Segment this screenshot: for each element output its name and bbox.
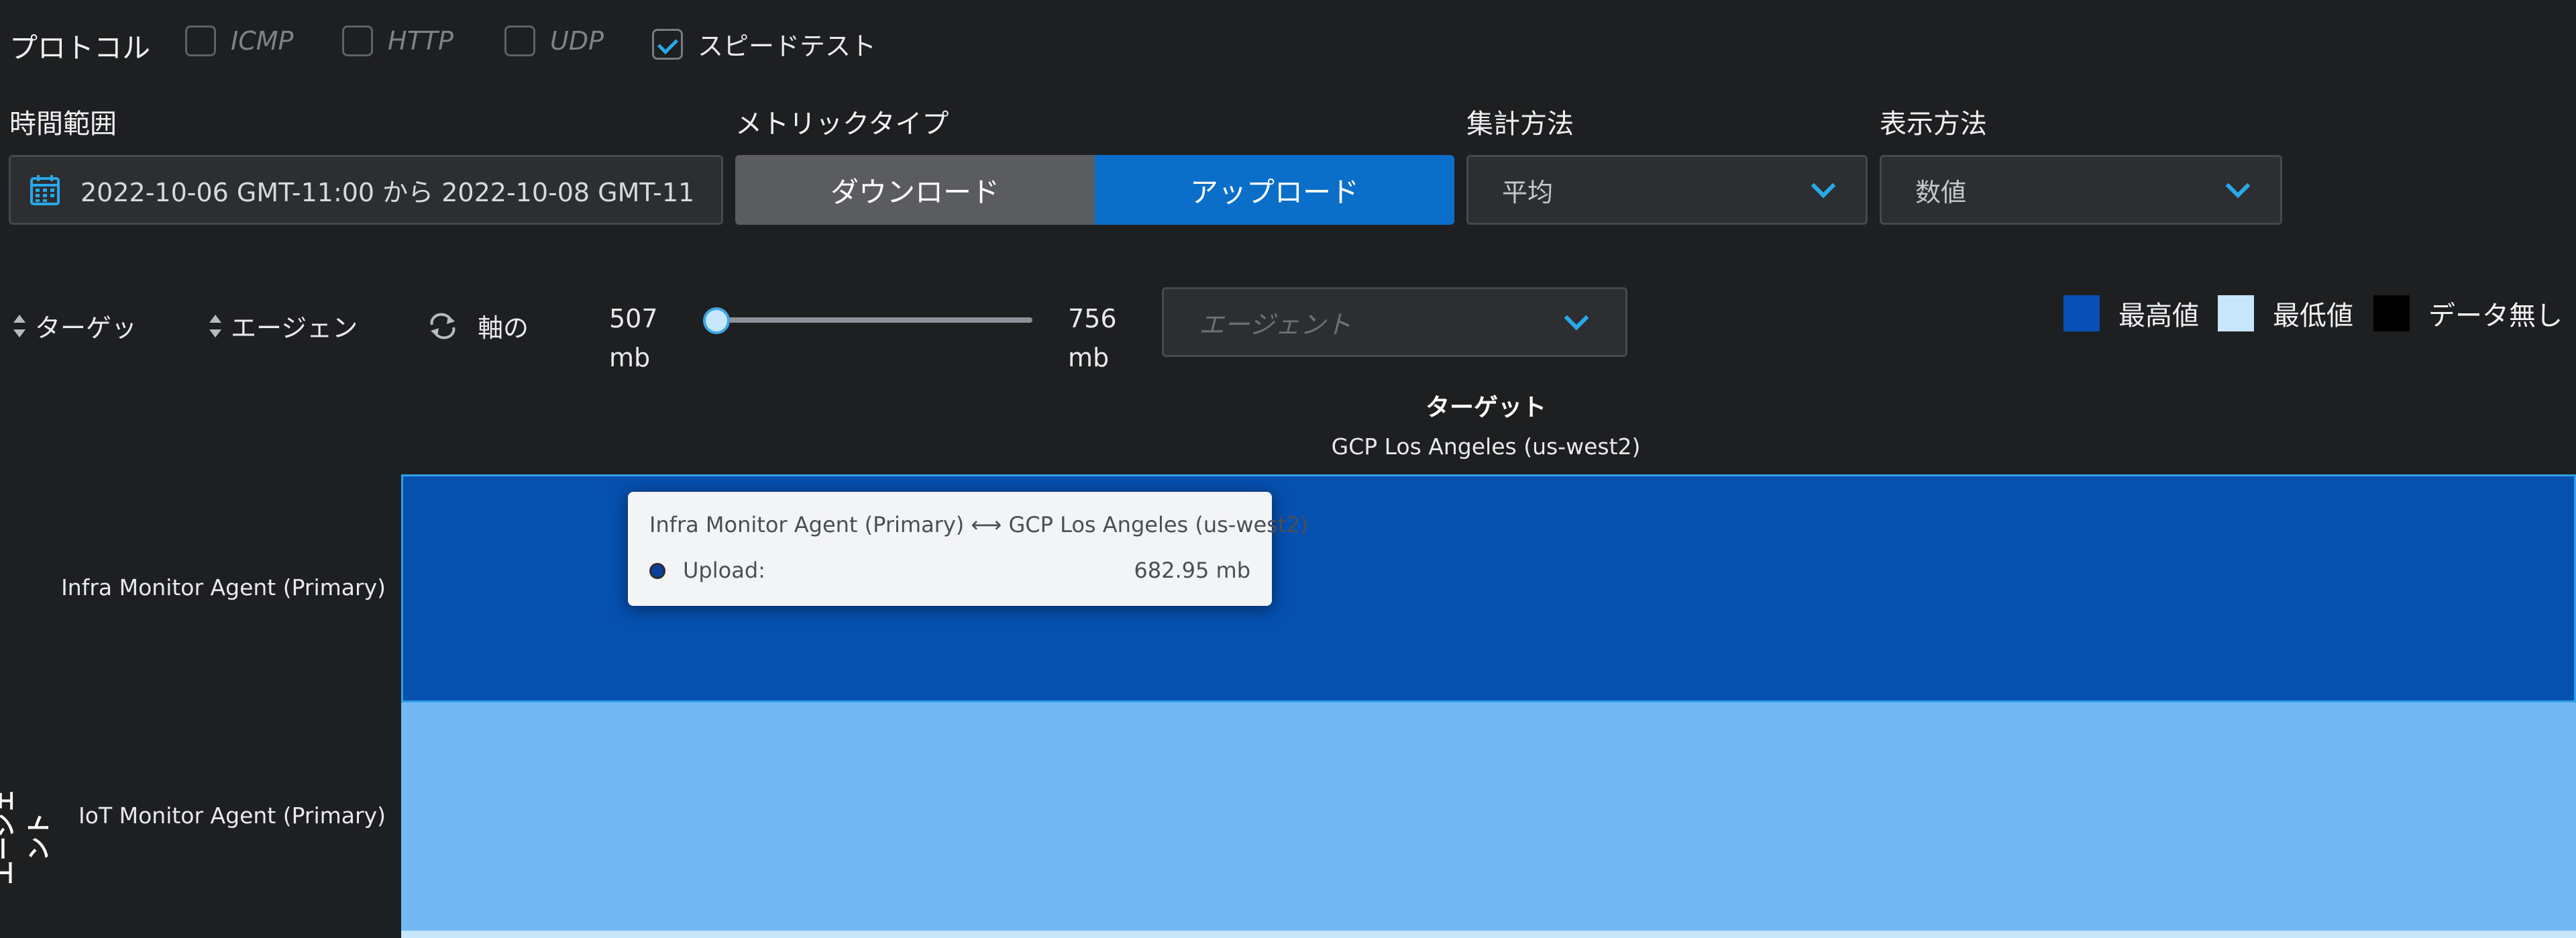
range-slider-track[interactable] xyxy=(716,317,1032,323)
checkbox-icon[interactable] xyxy=(185,25,216,56)
protocol-http-checkbox[interactable]: HTTP xyxy=(342,25,453,56)
range-min-unit: mb xyxy=(609,343,651,372)
heatmap-cell-next[interactable] xyxy=(401,931,2576,938)
swap-axis-label: 軸の xyxy=(478,313,529,343)
protocol-udp-label: UDP xyxy=(550,26,604,56)
aggregation-dropdown[interactable]: 平均 xyxy=(1466,155,1868,225)
legend-swatch-min xyxy=(2216,294,2255,333)
chevron-down-icon xyxy=(1564,305,1589,331)
agent-filter-dropdown[interactable]: エージェント xyxy=(1162,287,1627,357)
protocol-icmp-checkbox[interactable]: ICMP xyxy=(185,25,293,56)
checkbox-icon[interactable] xyxy=(504,25,535,56)
legend-label-max: 最高値 xyxy=(2118,301,2199,331)
checkbox-checked-icon[interactable] xyxy=(652,28,683,60)
metric-type-label: メトリックタイプ xyxy=(735,109,949,140)
agent-axis-title: エージェント xyxy=(0,788,53,885)
protocol-label: プロトコル xyxy=(9,32,151,64)
protocol-http-label: HTTP xyxy=(388,26,453,56)
time-range-input[interactable]: 2022-10-06 GMT-11:00 から 2022-10-08 GMT-1… xyxy=(9,155,723,225)
sort-icon xyxy=(208,314,223,337)
display-value: 数値 xyxy=(1915,177,1967,207)
protocol-speedtest-label: スピードテスト xyxy=(698,32,877,61)
agent-row-label-infra: Infra Monitor Agent (Primary) xyxy=(61,574,386,601)
target-axis-title-text: ターゲット xyxy=(1426,394,1547,421)
legend-swatch-nodata xyxy=(2372,294,2411,333)
sort-icon xyxy=(12,314,27,337)
legend-label-nodata: データ無し xyxy=(2428,301,2563,331)
range-max-unit: mb xyxy=(1068,343,1110,372)
sort-target-button[interactable]: ターゲッ xyxy=(12,307,137,344)
range-max-value: 756 xyxy=(1068,304,1117,333)
sort-target-label: ターゲッ xyxy=(35,313,138,343)
range-min-value: 507 xyxy=(609,304,658,333)
chevron-down-icon xyxy=(2225,173,2251,199)
metric-upload-button[interactable]: アップロード xyxy=(1095,155,1454,225)
sort-agent-label: エージェン xyxy=(231,313,358,343)
calendar-icon xyxy=(30,174,60,206)
protocol-icmp-label: ICMP xyxy=(231,26,294,56)
tooltip-metric-value: 682.95 mb xyxy=(1134,558,1250,583)
metric-download-button[interactable]: ダウンロード xyxy=(735,155,1095,225)
protocol-udp-checkbox[interactable]: UDP xyxy=(504,25,604,56)
aggregation-label: 集計方法 xyxy=(1466,109,1574,140)
tooltip-metric-label: Upload: xyxy=(683,558,765,583)
protocol-speedtest-checkbox[interactable]: スピードテスト xyxy=(652,25,876,62)
chevron-down-icon xyxy=(1811,173,1836,199)
target-column-label-text: GCP Los Angeles (us-west2) xyxy=(1331,433,1641,460)
swap-axis-button[interactable]: 軸の xyxy=(428,307,529,344)
heatmap-tooltip: Infra Monitor Agent (Primary) ⟷ GCP Los … xyxy=(628,492,1308,606)
range-slider-handle[interactable] xyxy=(703,307,730,334)
sort-agent-button[interactable]: エージェン xyxy=(208,307,358,344)
swap-arrows-icon xyxy=(428,313,458,340)
legend-item-max: 最高値 xyxy=(2062,294,2199,333)
heatmap-cell-iot[interactable] xyxy=(401,702,2576,931)
series-dot-icon xyxy=(649,563,665,579)
display-dropdown[interactable]: 数値 xyxy=(1880,155,2282,225)
legend-item-min: 最低値 xyxy=(2216,294,2353,333)
checkbox-icon[interactable] xyxy=(342,25,373,56)
legend-item-nodata: データ無し xyxy=(2372,294,2563,333)
agent-row-label-iot: IoT Monitor Agent (Primary) xyxy=(78,802,386,829)
time-range-label: 時間範囲 xyxy=(9,109,117,140)
time-range-value: 2022-10-06 GMT-11:00 から 2022-10-08 GMT-1… xyxy=(80,177,695,207)
agent-filter-placeholder: エージェント xyxy=(1199,309,1352,340)
legend-label-min: 最低値 xyxy=(2273,301,2353,331)
display-label: 表示方法 xyxy=(1880,109,1987,140)
tooltip-title: Infra Monitor Agent (Primary) ⟷ GCP Los … xyxy=(649,512,1309,537)
aggregation-value: 平均 xyxy=(1502,177,1554,207)
legend-swatch-max xyxy=(2062,294,2101,333)
